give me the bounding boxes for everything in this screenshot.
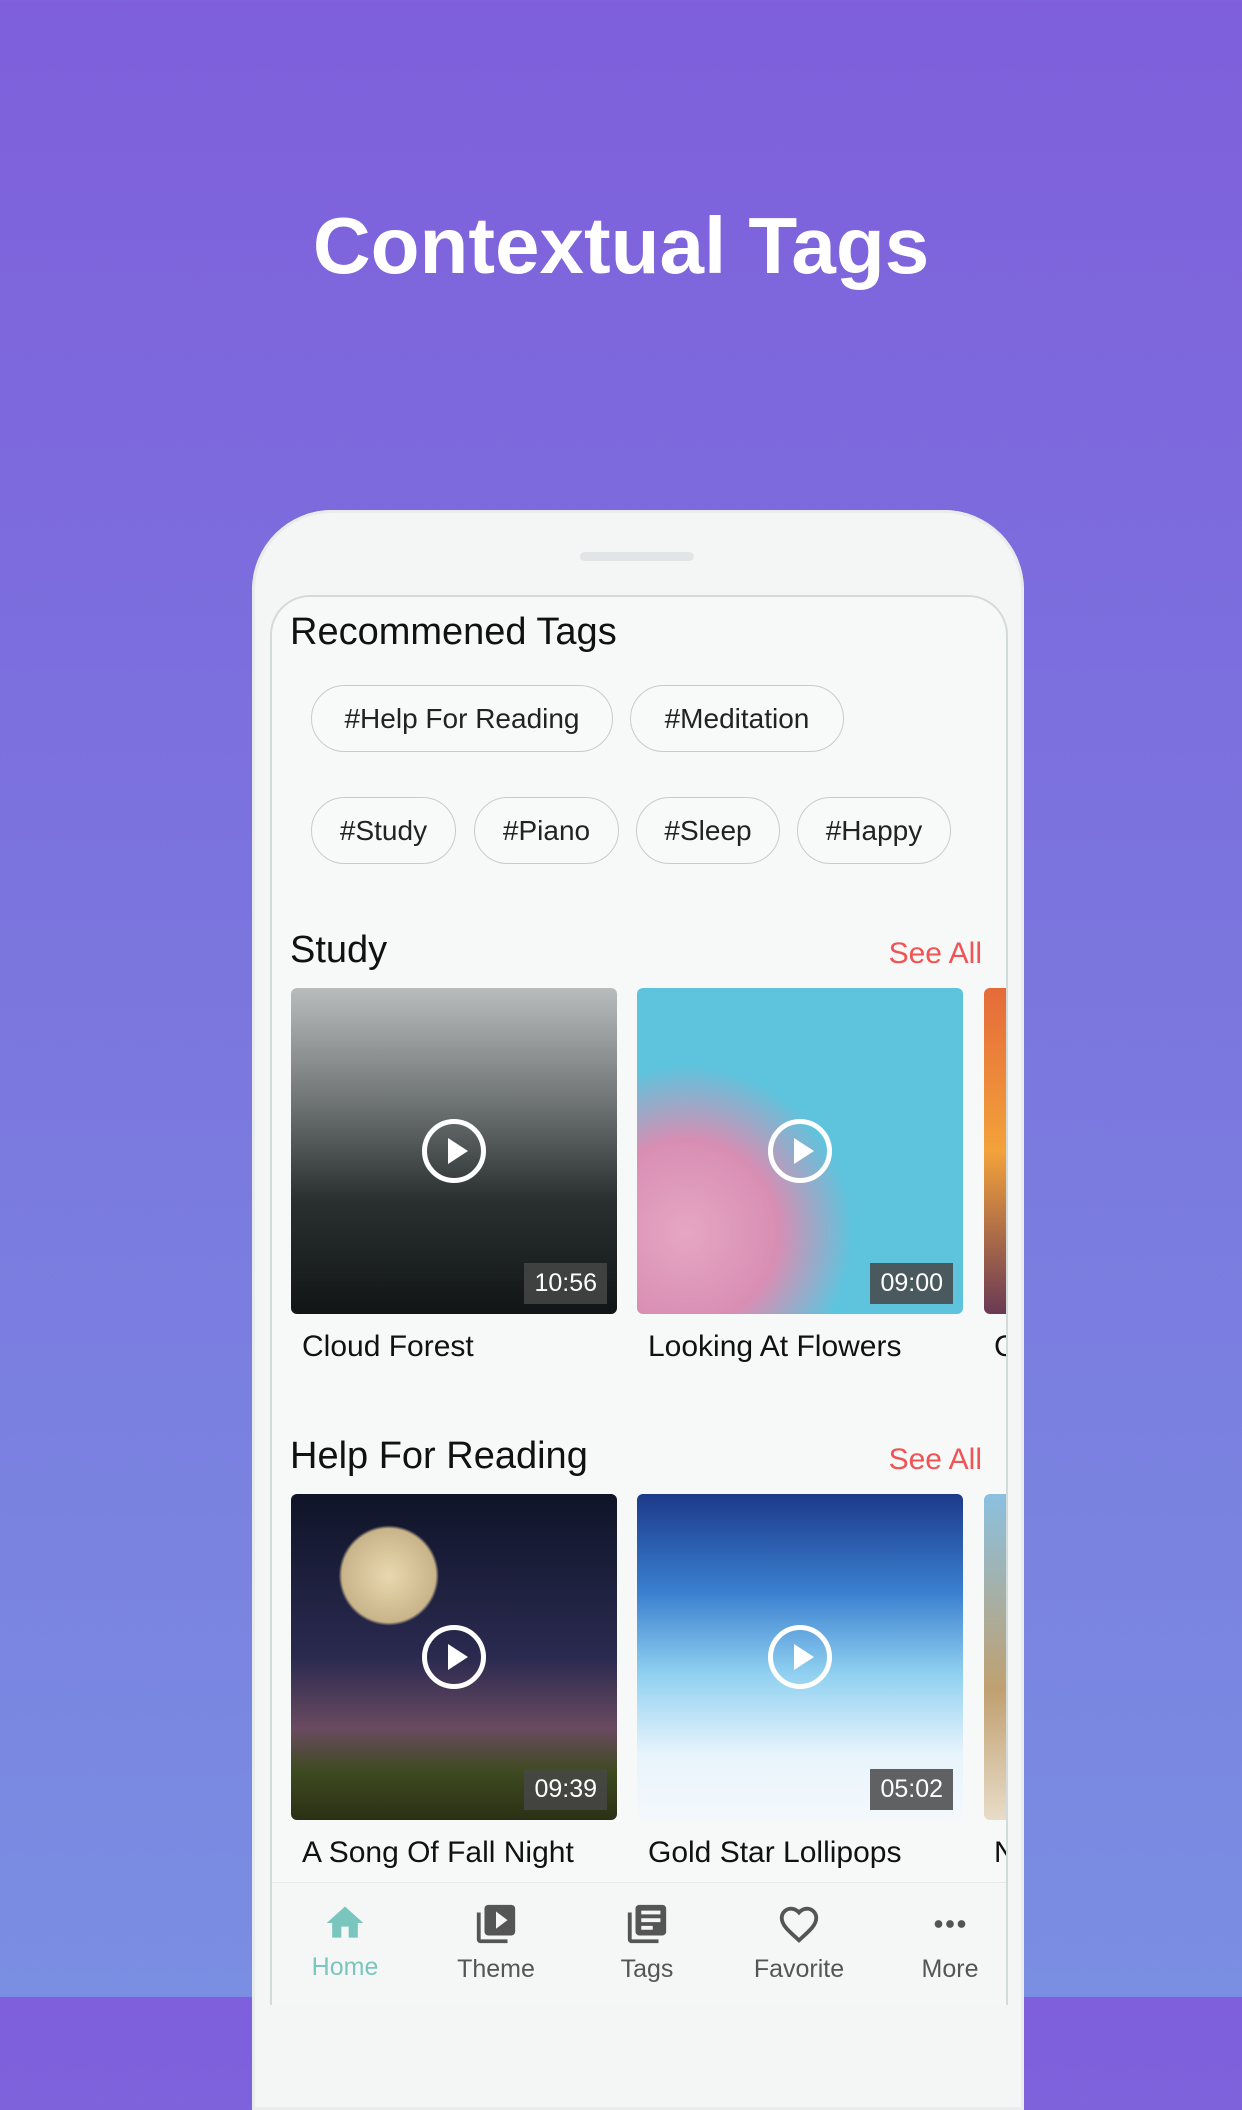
tag-chip[interactable]: #Meditation bbox=[630, 685, 844, 752]
duration-badge: 09:39 bbox=[524, 1769, 607, 1810]
card-song-of-fall-night[interactable]: 09:39 bbox=[291, 1494, 617, 1820]
play-icon[interactable] bbox=[768, 1119, 832, 1183]
recommended-tags-title: Recommened Tags bbox=[290, 611, 617, 653]
nav-more[interactable]: More bbox=[880, 1901, 1006, 1984]
nav-favorite[interactable]: Favorite bbox=[729, 1901, 869, 1984]
tag-chip[interactable]: #Happy bbox=[797, 797, 951, 864]
bottom-nav: Home Theme Tags Favorite More bbox=[272, 1882, 1006, 2005]
tag-chip[interactable]: #Study bbox=[311, 797, 456, 864]
card-title[interactable]: A Song Of Fall Night bbox=[302, 1836, 574, 1870]
headline: Contextual Tags bbox=[312, 201, 930, 290]
nav-label: More bbox=[921, 1955, 979, 1983]
duration-badge: 10:56 bbox=[524, 1263, 607, 1304]
card-partial[interactable] bbox=[984, 988, 1006, 1314]
card-looking-at-flowers[interactable]: 09:00 bbox=[637, 988, 963, 1314]
see-all-help-for-reading[interactable]: See All bbox=[889, 1443, 982, 1477]
play-icon[interactable] bbox=[768, 1625, 832, 1689]
nav-theme[interactable]: Theme bbox=[426, 1901, 566, 1984]
play-icon[interactable] bbox=[422, 1119, 486, 1183]
home-icon bbox=[326, 1906, 364, 1938]
app-screen: Recommened Tags #Help For Reading #Medit… bbox=[270, 595, 1008, 2005]
nav-label: Favorite bbox=[753, 1955, 845, 1983]
heart-icon bbox=[779, 1906, 819, 1943]
card-partial[interactable] bbox=[984, 1494, 1006, 1820]
card-cloud-forest[interactable]: 10:56 bbox=[291, 988, 617, 1314]
see-all-study[interactable]: See All bbox=[889, 937, 982, 971]
duration-badge: 05:02 bbox=[870, 1769, 953, 1810]
more-horizontal-icon bbox=[934, 1920, 966, 1928]
nav-tags[interactable]: Tags bbox=[577, 1901, 717, 1984]
card-title[interactable]: Gold Star Lollipops bbox=[648, 1836, 901, 1870]
tag-chip[interactable]: #Sleep bbox=[636, 797, 780, 864]
card-title[interactable]: Looking At Flowers bbox=[648, 1330, 901, 1364]
duration-badge: 09:00 bbox=[870, 1263, 953, 1304]
phone-speaker bbox=[580, 552, 694, 561]
nav-label: Home bbox=[311, 1953, 379, 1981]
nav-label: Theme bbox=[457, 1955, 535, 1983]
tag-chip[interactable]: #Help For Reading bbox=[311, 685, 613, 752]
video-library-icon bbox=[476, 1904, 516, 1944]
tag-chip[interactable]: #Piano bbox=[474, 797, 619, 864]
card-title[interactable]: Cloud Forest bbox=[302, 1330, 474, 1364]
card-title[interactable]: N bbox=[994, 1836, 1006, 1870]
card-title[interactable]: C bbox=[994, 1330, 1006, 1364]
library-books-icon bbox=[627, 1904, 667, 1944]
nav-home[interactable]: Home bbox=[275, 1901, 415, 1982]
play-icon[interactable] bbox=[422, 1625, 486, 1689]
nav-label: Tags bbox=[620, 1955, 674, 1983]
card-gold-star-lollipops[interactable]: 05:02 bbox=[637, 1494, 963, 1820]
section-title-help-for-reading: Help For Reading bbox=[290, 1435, 588, 1477]
section-title-study: Study bbox=[290, 929, 388, 971]
